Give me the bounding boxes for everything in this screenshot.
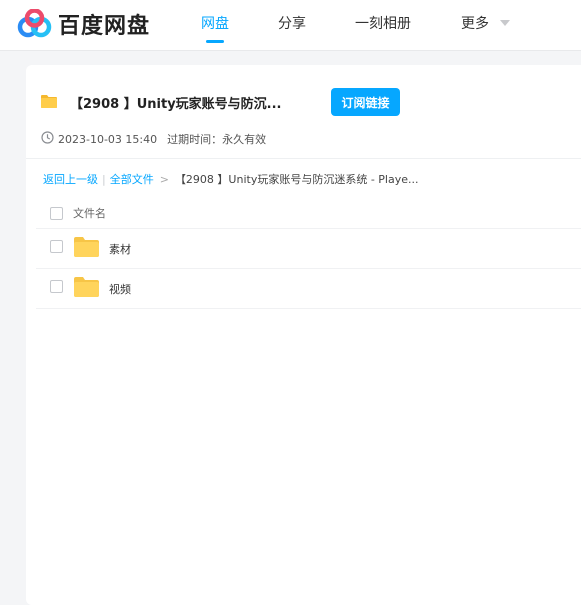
breadcrumb-divider: | [102, 173, 106, 186]
expiry-label: 过期时间： [167, 133, 223, 146]
active-tab-indicator [206, 40, 224, 43]
nav-item-more[interactable]: 更多 [461, 13, 489, 33]
baidu-netdisk-logo-icon [17, 9, 53, 39]
chevron-down-icon[interactable] [500, 20, 510, 26]
file-name[interactable]: 视频 [109, 281, 131, 297]
nav-item-share[interactable]: 分享 [278, 13, 306, 33]
folder-icon [74, 277, 99, 301]
folder-icon [41, 93, 57, 112]
file-name[interactable]: 素材 [109, 241, 131, 257]
expiry-value: 永久有效 [222, 133, 267, 146]
nav-item-netdisk[interactable]: 网盘 [201, 13, 229, 33]
file-row[interactable]: 视频 [36, 269, 581, 309]
nav-item-album[interactable]: 一刻相册 [355, 13, 411, 33]
share-date: 2023-10-03 15:40 [58, 132, 158, 146]
share-meta: 2023-10-03 15:40 过期时间： 永久有效 [41, 131, 266, 147]
share-title: 【2908 】Unity玩家账号与防沉... [70, 97, 282, 112]
logo-text: 百度网盘 [58, 14, 151, 39]
divider [26, 158, 581, 159]
file-list-header: 文件名 [36, 198, 581, 229]
all-files-link[interactable]: 全部文件 [110, 173, 154, 186]
row-checkbox[interactable] [50, 240, 63, 253]
clock-icon [41, 131, 54, 147]
breadcrumb-current: 【2908 】Unity玩家账号与防沉迷系统 - Playe... [174, 173, 419, 186]
file-row[interactable]: 素材 [36, 229, 581, 269]
top-bar: 百度网盘 网盘 分享 一刻相册 更多 [0, 0, 581, 51]
breadcrumb: 返回上一级 | 全部文件 > 【2908 】Unity玩家账号与防沉迷系统 - Play… [43, 171, 419, 187]
folder-icon [74, 237, 99, 261]
row-checkbox[interactable] [50, 280, 63, 293]
breadcrumb-separator: > [159, 173, 169, 186]
back-link[interactable]: 返回上一级 [43, 173, 98, 186]
column-header-filename: 文件名 [73, 207, 106, 220]
logo[interactable]: 百度网盘 [17, 8, 150, 40]
subscribe-link-button[interactable]: 订阅链接 [331, 88, 400, 116]
share-panel: 【2908 】Unity玩家账号与防沉... 订阅链接 2023-10-03 1… [26, 65, 581, 605]
select-all-checkbox[interactable] [50, 207, 63, 220]
